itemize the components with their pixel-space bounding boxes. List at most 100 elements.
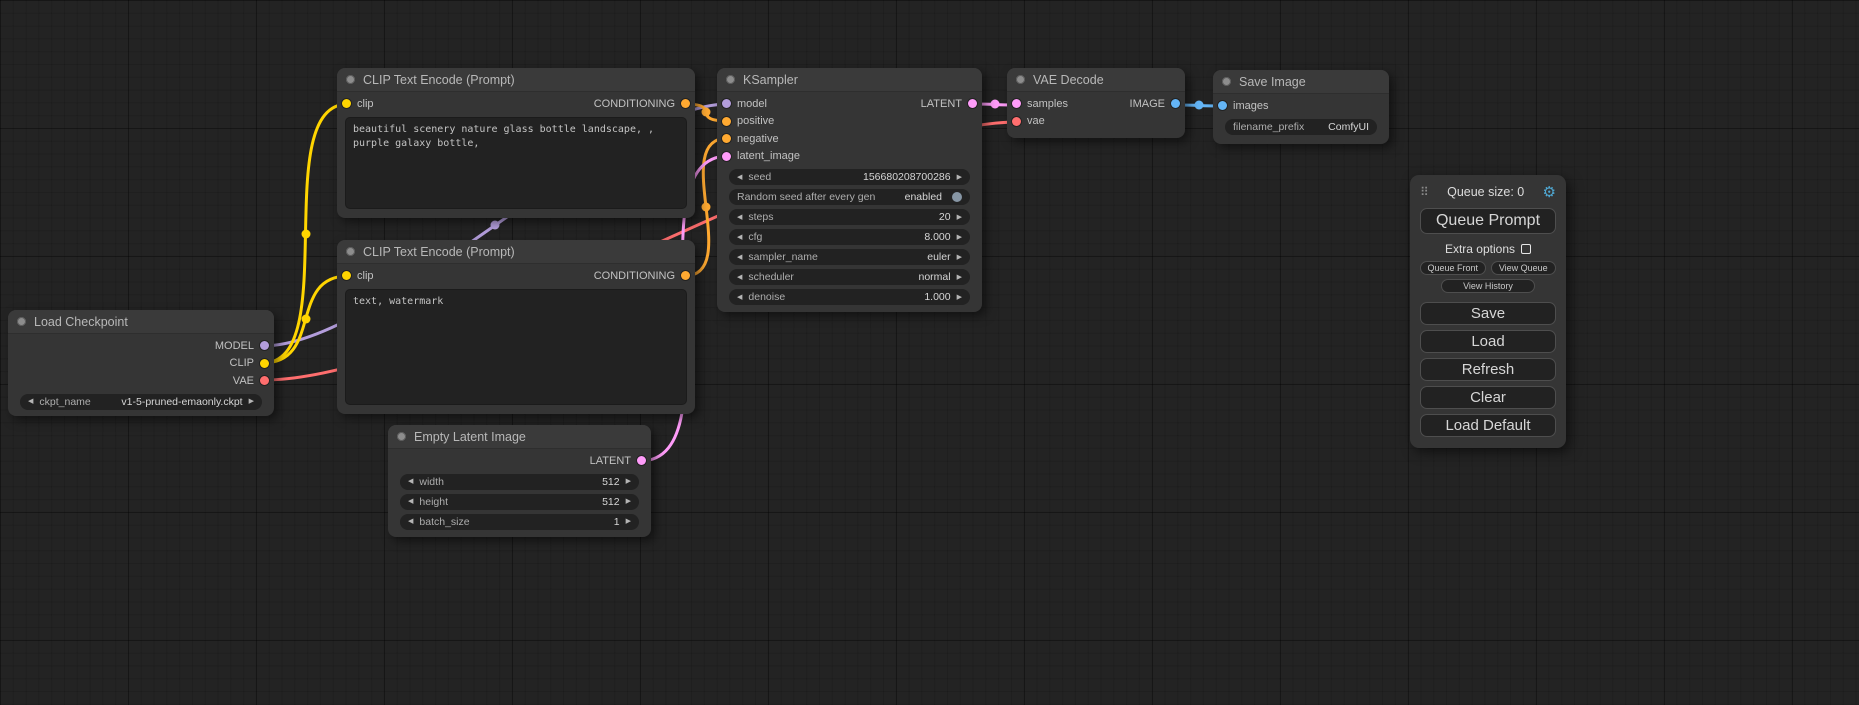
increment-arrow-icon[interactable]: ▶	[249, 398, 254, 405]
clip-input-dot[interactable]	[342, 99, 351, 108]
steps-widget[interactable]: ◀ steps 20 ▶	[729, 209, 970, 225]
filename-prefix-widget[interactable]: filename_prefix ComfyUI	[1225, 119, 1377, 135]
node-header[interactable]: Load Checkpoint	[8, 310, 274, 334]
output-slot-clip[interactable]: CLIP	[230, 355, 274, 373]
collapse-dot-icon[interactable]	[346, 75, 355, 84]
model-input-dot[interactable]	[722, 99, 731, 108]
decrement-arrow-icon[interactable]: ◀	[737, 294, 742, 301]
image-input-dot[interactable]	[1218, 101, 1227, 110]
load-button[interactable]: Load	[1420, 330, 1556, 353]
height-widget[interactable]: ◀ height 512 ▶	[400, 494, 639, 510]
node-save-image[interactable]: Save Image images filename_prefix ComfyU…	[1213, 70, 1389, 144]
increment-arrow-icon[interactable]: ▶	[957, 294, 962, 301]
input-slot-images[interactable]: images	[1213, 97, 1268, 115]
increment-arrow-icon[interactable]: ▶	[626, 498, 631, 505]
seed-widget[interactable]: ◀ seed 156680208700286 ▶	[729, 169, 970, 185]
model-output-dot[interactable]	[260, 341, 269, 350]
refresh-button[interactable]: Refresh	[1420, 358, 1556, 381]
increment-arrow-icon[interactable]: ▶	[957, 254, 962, 261]
collapse-dot-icon[interactable]	[397, 432, 406, 441]
output-slot-conditioning[interactable]: CONDITIONING	[594, 95, 695, 113]
vae-output-dot[interactable]	[260, 376, 269, 385]
cfg-widget[interactable]: ◀ cfg 8.000 ▶	[729, 229, 970, 245]
prompt-textarea[interactable]: beautiful scenery nature glass bottle la…	[345, 117, 687, 209]
node-header[interactable]: KSampler	[717, 68, 982, 92]
node-header[interactable]: CLIP Text Encode (Prompt)	[337, 240, 695, 264]
latent-output-dot[interactable]	[637, 456, 646, 465]
prompt-textarea[interactable]: text, watermark	[345, 289, 687, 405]
node-load-checkpoint[interactable]: Load Checkpoint MODEL CLIP VAE ◀ ckpt_na…	[8, 310, 274, 416]
latent-input-dot[interactable]	[722, 152, 731, 161]
collapse-dot-icon[interactable]	[1016, 75, 1025, 84]
collapse-dot-icon[interactable]	[1222, 77, 1231, 86]
output-slot-model[interactable]: MODEL	[215, 337, 274, 355]
collapse-dot-icon[interactable]	[726, 75, 735, 84]
decrement-arrow-icon[interactable]: ◀	[737, 214, 742, 221]
latent-input-dot[interactable]	[1012, 99, 1021, 108]
width-widget[interactable]: ◀ width 512 ▶	[400, 474, 639, 490]
input-slot-latent-image[interactable]: latent_image	[717, 148, 800, 166]
denoise-widget[interactable]: ◀ denoise 1.000 ▶	[729, 289, 970, 305]
increment-arrow-icon[interactable]: ▶	[957, 214, 962, 221]
conditioning-input-dot[interactable]	[722, 134, 731, 143]
collapse-dot-icon[interactable]	[17, 317, 26, 326]
conditioning-output-dot[interactable]	[681, 271, 690, 280]
input-slot-positive[interactable]: positive	[717, 113, 774, 131]
sampler-name-widget[interactable]: ◀ sampler_name euler ▶	[729, 249, 970, 265]
node-header[interactable]: Save Image	[1213, 70, 1389, 94]
input-slot-samples[interactable]: samples	[1007, 95, 1068, 113]
node-header[interactable]: VAE Decode	[1007, 68, 1185, 92]
output-slot-latent[interactable]: LATENT	[590, 452, 651, 470]
conditioning-input-dot[interactable]	[722, 117, 731, 126]
clip-output-dot[interactable]	[260, 359, 269, 368]
node-ksampler[interactable]: KSampler model LATENT positive negative …	[717, 68, 982, 312]
increment-arrow-icon[interactable]: ▶	[957, 274, 962, 281]
queue-front-button[interactable]: Queue Front	[1420, 261, 1486, 275]
conditioning-output-dot[interactable]	[681, 99, 690, 108]
increment-arrow-icon[interactable]: ▶	[957, 174, 962, 181]
drag-handle-icon[interactable]: ⠿	[1420, 185, 1429, 199]
increment-arrow-icon[interactable]: ▶	[626, 518, 631, 525]
output-slot-conditioning[interactable]: CONDITIONING	[594, 267, 695, 285]
node-clip-text-encode-positive[interactable]: CLIP Text Encode (Prompt) clip CONDITION…	[337, 68, 695, 218]
input-slot-clip[interactable]: clip	[337, 95, 374, 113]
ckpt-name-widget[interactable]: ◀ ckpt_name v1-5-pruned-emaonly.ckpt ▶	[20, 394, 262, 410]
node-header[interactable]: Empty Latent Image	[388, 425, 651, 449]
queue-prompt-button[interactable]: Queue Prompt	[1420, 208, 1556, 234]
node-vae-decode[interactable]: VAE Decode samples IMAGE vae	[1007, 68, 1185, 138]
decrement-arrow-icon[interactable]: ◀	[408, 478, 413, 485]
collapse-dot-icon[interactable]	[346, 247, 355, 256]
decrement-arrow-icon[interactable]: ◀	[737, 234, 742, 241]
extra-options-checkbox[interactable]	[1521, 244, 1531, 254]
decrement-arrow-icon[interactable]: ◀	[408, 518, 413, 525]
input-slot-model[interactable]: model	[717, 95, 767, 113]
view-history-button[interactable]: View History	[1441, 279, 1535, 293]
random-seed-toggle-widget[interactable]: Random seed after every gen enabled	[729, 189, 970, 205]
decrement-arrow-icon[interactable]: ◀	[408, 498, 413, 505]
node-header[interactable]: CLIP Text Encode (Prompt)	[337, 68, 695, 92]
settings-gear-icon[interactable]: ⚙	[1543, 185, 1556, 200]
toggle-knob-icon[interactable]	[952, 192, 962, 202]
output-slot-image[interactable]: IMAGE	[1130, 95, 1185, 113]
vae-input-dot[interactable]	[1012, 117, 1021, 126]
input-slot-vae[interactable]: vae	[1007, 113, 1045, 131]
input-slot-negative[interactable]: negative	[717, 130, 779, 148]
decrement-arrow-icon[interactable]: ◀	[28, 398, 33, 405]
latent-output-dot[interactable]	[968, 99, 977, 108]
image-output-dot[interactable]	[1171, 99, 1180, 108]
decrement-arrow-icon[interactable]: ◀	[737, 174, 742, 181]
decrement-arrow-icon[interactable]: ◀	[737, 254, 742, 261]
view-queue-button[interactable]: View Queue	[1491, 261, 1557, 275]
increment-arrow-icon[interactable]: ▶	[626, 478, 631, 485]
save-button[interactable]: Save	[1420, 302, 1556, 325]
node-clip-text-encode-negative[interactable]: CLIP Text Encode (Prompt) clip CONDITION…	[337, 240, 695, 414]
increment-arrow-icon[interactable]: ▶	[957, 234, 962, 241]
output-slot-vae[interactable]: VAE	[233, 372, 274, 390]
clear-button[interactable]: Clear	[1420, 386, 1556, 409]
node-empty-latent-image[interactable]: Empty Latent Image LATENT ◀ width 512 ▶ …	[388, 425, 651, 537]
batch-size-widget[interactable]: ◀ batch_size 1 ▶	[400, 514, 639, 530]
output-slot-latent[interactable]: LATENT	[921, 95, 982, 113]
scheduler-widget[interactable]: ◀ scheduler normal ▶	[729, 269, 970, 285]
load-default-button[interactable]: Load Default	[1420, 414, 1556, 437]
clip-input-dot[interactable]	[342, 271, 351, 280]
